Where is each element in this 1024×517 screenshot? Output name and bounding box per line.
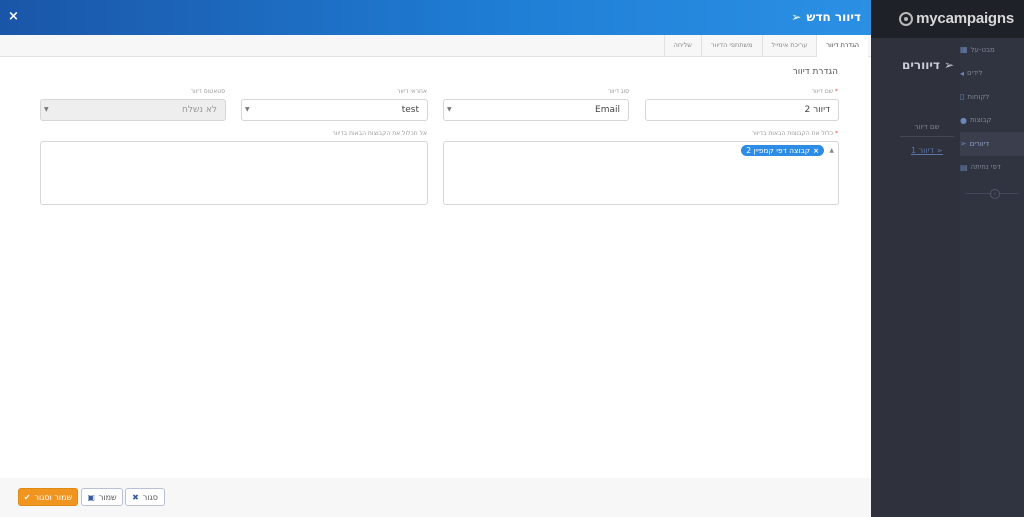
tab-edit-email[interactable]: עריכת אימייל xyxy=(761,35,817,56)
app-topbar: mycampaigns xyxy=(871,0,1024,38)
users-icon: ● xyxy=(960,115,967,125)
tab-mailing-settings[interactable]: הגדרת דיוור xyxy=(816,35,868,57)
logo-mark-icon xyxy=(899,11,914,26)
select-value: לא נשלח xyxy=(182,105,217,115)
page-title-text: דיוורים xyxy=(901,58,940,72)
page-icon: ▤ xyxy=(960,162,968,172)
sidebar-item-label: דפי נחיתה xyxy=(970,163,1001,172)
sidebar-collapse-icon[interactable]: ‹ xyxy=(990,189,1000,199)
mailing-owner-select[interactable]: test ▼ xyxy=(241,99,428,121)
sidebar-item-label: מבט-על xyxy=(970,45,995,54)
contacts-icon: ▯ xyxy=(960,92,965,102)
sidebar-divider: ‹ xyxy=(966,189,1018,201)
background-page-title: ➢ דיוורים xyxy=(902,58,954,72)
background-app: mycampaigns ➢ דיוורים שם דיוור ➢ דיוור 1… xyxy=(871,0,1024,517)
close-icon[interactable]: × xyxy=(8,9,19,24)
required-mark: * xyxy=(835,130,838,137)
owner-field-label: אחראי דיוור xyxy=(397,88,427,95)
tag-label: קבוצה דפי קמפיין 2 xyxy=(746,146,811,155)
chevron-down-icon: ▼ xyxy=(245,106,250,113)
sidebar-item-label: לידים xyxy=(967,69,983,78)
modal-footer: שמור וסגור ✔ שמור ▣ סגור ✖ xyxy=(0,478,871,517)
modal-header: × דיוור חדש ➢ xyxy=(0,0,871,35)
sidebar-item-label: דיוורים xyxy=(969,139,990,148)
sidebar-item-label: לקוחות xyxy=(967,92,990,101)
dashboard-icon: ▦ xyxy=(960,45,968,55)
tab-participants[interactable]: משתתפי הדיוור xyxy=(700,35,762,56)
megaphone-icon: ◂ xyxy=(960,68,965,78)
close-icon: ✖ xyxy=(132,492,139,502)
include-groups-label: * כלול את הקבוצות הבאות בדיוור xyxy=(752,130,838,137)
app-logo: mycampaigns xyxy=(899,10,1014,27)
status-field-label: סטאטוס דיוור xyxy=(190,88,225,95)
tab-send[interactable]: שליחה xyxy=(663,35,701,56)
mailing-status-select: לא נשלח ▼ xyxy=(40,99,226,121)
sidebar-item-overview[interactable]: מבט-על ▦ xyxy=(960,38,1024,62)
tag-remove-icon[interactable]: × xyxy=(813,147,819,155)
select-value: Email xyxy=(595,105,620,115)
check-icon: ✔ xyxy=(23,492,31,502)
sidebar-item-label: קבוצות xyxy=(969,116,992,125)
button-label: שמור xyxy=(98,492,117,502)
section-title: הגדרת דיוור xyxy=(792,67,838,77)
paper-plane-icon: ➢ xyxy=(943,58,954,72)
sidebar-item-customers[interactable]: לקוחות ▯ xyxy=(960,85,1024,109)
paper-plane-icon: ➢ xyxy=(936,146,943,155)
label-text: כלול את הקבוצות הבאות בדיוור xyxy=(751,130,834,137)
sidebar-item-landing-pages[interactable]: דפי נחיתה ▤ xyxy=(960,156,1024,180)
sidebar-item-mailings[interactable]: דיוורים ➢ xyxy=(960,132,1024,156)
name-field-label: * שם דיוור xyxy=(812,88,838,95)
modal-title: דיוור חדש ➢ xyxy=(791,10,861,24)
close-button[interactable]: סגור ✖ xyxy=(125,488,165,506)
floppy-disk-icon: ▣ xyxy=(87,492,95,502)
button-label: שמור וסגור xyxy=(34,492,73,502)
chevron-down-icon: ▼ xyxy=(447,106,452,113)
table-row-link[interactable]: ➢ דיוור 1 xyxy=(900,146,954,155)
select-value: test xyxy=(401,105,419,115)
app-sidebar: מבט-על ▦ לידים ◂ לקוחות ▯ קבוצות ● דיוור… xyxy=(960,38,1024,517)
chevron-down-icon: ▼ xyxy=(44,106,49,113)
button-label: סגור xyxy=(142,492,158,502)
modal-title-text: דיוור חדש xyxy=(806,10,861,24)
modal-tabs: הגדרת דיוור עריכת אימייל משתתפי הדיוור ש… xyxy=(0,35,871,57)
group-tag: × קבוצה דפי קמפיין 2 xyxy=(741,145,824,156)
save-and-close-button[interactable]: שמור וסגור ✔ xyxy=(18,488,78,506)
sidebar-item-leads[interactable]: לידים ◂ xyxy=(960,62,1024,86)
mailing-type-select[interactable]: Email ▼ xyxy=(443,99,629,121)
save-button[interactable]: שמור ▣ xyxy=(81,488,123,506)
required-mark: * xyxy=(835,88,838,95)
sidebar-item-groups[interactable]: קבוצות ● xyxy=(960,109,1024,133)
exclude-groups-multiselect[interactable] xyxy=(40,141,428,205)
paper-plane-icon: ➢ xyxy=(791,10,802,24)
new-mailing-modal: × דיוור חדש ➢ הגדרת דיוור עריכת אימייל מ… xyxy=(0,0,871,517)
logo-text: mycampaigns xyxy=(916,10,1014,27)
mailing-name-input[interactable]: דיוור 2 xyxy=(645,99,839,121)
table-row-label: דיוור 1 xyxy=(911,146,934,155)
paper-plane-icon: ➢ xyxy=(960,139,967,149)
type-field-label: סוג דיוור xyxy=(607,88,629,95)
chevron-up-icon[interactable]: ▲ xyxy=(829,147,834,154)
background-content: ➢ דיוורים שם דיוור ➢ דיוור 1 xyxy=(871,38,960,517)
input-value: דיוור 2 xyxy=(804,105,830,115)
table-column-header: שם דיוור xyxy=(900,123,954,137)
label-text: שם דיוור xyxy=(811,88,834,95)
exclude-groups-label: אל תכלול את הקבוצות הבאות בדיוור xyxy=(332,130,427,137)
include-groups-multiselect[interactable]: ▲ × קבוצה דפי קמפיין 2 xyxy=(443,141,839,205)
